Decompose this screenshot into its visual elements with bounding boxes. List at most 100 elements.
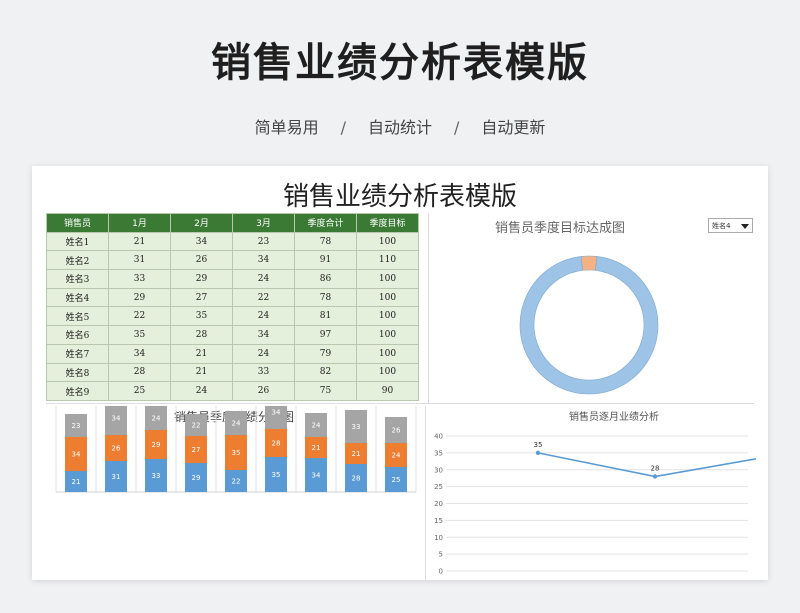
- donut-slices: [519, 255, 659, 395]
- table-cell[interactable]: 35: [170, 306, 233, 327]
- table-cell[interactable]: 100: [356, 325, 419, 345]
- line-chart-title: 销售员逐月业绩分析: [569, 410, 659, 423]
- table-cell[interactable]: 姓名2: [46, 250, 109, 271]
- column-header: 1月: [108, 213, 171, 233]
- table-cell[interactable]: 21: [170, 362, 233, 383]
- table-cell[interactable]: 86: [294, 269, 357, 289]
- bar-data-label: 24: [312, 422, 321, 430]
- line-series: [537, 452, 756, 478]
- table-cell[interactable]: 姓名6: [46, 325, 109, 345]
- table-cell[interactable]: 26: [170, 250, 233, 271]
- table-cell[interactable]: 29: [170, 269, 233, 289]
- sales-table: 销售员 1月 2月 3月 季度合计 季度目标 姓名1 21 34 23 78 100 姓名2 31 26 3…: [46, 213, 419, 401]
- y-tick-label: 25: [434, 483, 443, 491]
- line-point: [535, 450, 541, 456]
- table-cell[interactable]: 78: [294, 287, 357, 308]
- salesperson-select[interactable]: 姓名4: [708, 218, 753, 233]
- donut-slice: [580, 255, 598, 271]
- table-cell[interactable]: 21: [108, 231, 171, 252]
- y-tick-label: 40: [434, 433, 443, 441]
- table-cell[interactable]: 34: [232, 250, 295, 271]
- table-cell[interactable]: 33: [232, 362, 295, 383]
- y-tick-label: 30: [434, 466, 443, 474]
- bar-data-label: 24: [232, 420, 241, 428]
- table-row: 姓名8 28 21 33 82 100: [46, 362, 419, 383]
- line-data-label: 35: [534, 441, 543, 449]
- table-cell[interactable]: 28: [170, 325, 233, 345]
- table-cell[interactable]: 81: [294, 306, 357, 327]
- bar-data-label: 33: [152, 472, 161, 480]
- y-tick-label: 15: [434, 517, 443, 525]
- bar-data-label: 28: [272, 440, 281, 448]
- table-cell[interactable]: 27: [170, 287, 233, 308]
- bar-data-label: 22: [232, 478, 241, 486]
- feature-auto-stat: 自动统计: [367, 118, 432, 137]
- table-cell[interactable]: 姓名8: [46, 362, 109, 383]
- table-cell[interactable]: 23: [232, 231, 295, 252]
- table-row: 姓名1 21 34 23 78 100: [46, 231, 419, 252]
- bar-data-label: 34: [72, 451, 81, 459]
- table-cell[interactable]: 姓名9: [46, 381, 109, 401]
- table-cell[interactable]: 姓名7: [46, 343, 109, 364]
- quarterly-performance-bar-chart: 销售员季度业绩分析图 1月2月3月 2134233126343329242927…: [55, 406, 417, 493]
- table-cell[interactable]: 姓名1: [46, 231, 109, 252]
- table-cell[interactable]: 29: [108, 287, 171, 308]
- table-cell[interactable]: 78: [294, 231, 357, 252]
- bar-data-label: 26: [112, 445, 121, 453]
- table-cell[interactable]: 34: [232, 325, 295, 345]
- table-cell[interactable]: 22: [232, 287, 295, 308]
- column-header: 季度目标: [356, 213, 419, 233]
- table-cell[interactable]: 31: [108, 250, 171, 271]
- table-cell[interactable]: 姓名4: [46, 287, 109, 308]
- table-cell[interactable]: 24: [170, 381, 233, 401]
- table-cell[interactable]: 姓名5: [46, 306, 109, 327]
- table-row: 姓名2 31 26 34 91 110: [46, 250, 419, 271]
- panel-divider: [428, 213, 429, 403]
- line-data-label: 28: [651, 465, 660, 473]
- table-cell[interactable]: 82: [294, 362, 357, 383]
- table-cell[interactable]: 75: [294, 381, 357, 401]
- table-cell[interactable]: 24: [232, 306, 295, 327]
- table-cell[interactable]: 姓名3: [46, 269, 109, 289]
- table-cell[interactable]: 100: [356, 269, 419, 289]
- table-cell[interactable]: 22: [108, 306, 171, 327]
- table-cell[interactable]: 97: [294, 325, 357, 345]
- bar-data-label: 27: [192, 446, 201, 454]
- legend-label: 2月: [233, 406, 244, 407]
- bar-data-label: 29: [152, 441, 161, 449]
- y-tick-label: 20: [434, 500, 443, 508]
- table-cell[interactable]: 100: [356, 231, 419, 252]
- table-cell[interactable]: 21: [170, 343, 233, 364]
- table-row: 姓名6 35 28 34 97 100: [46, 325, 419, 345]
- bar-data-label: 22: [192, 422, 201, 430]
- table-cell[interactable]: 100: [356, 306, 419, 327]
- promo-title: 销售业绩分析表模版: [211, 40, 589, 86]
- table-cell[interactable]: 26: [232, 381, 295, 401]
- table-cell[interactable]: 24: [232, 269, 295, 289]
- table-cell[interactable]: 90: [356, 381, 419, 401]
- table-cell[interactable]: 100: [356, 362, 419, 383]
- table-row: 姓名7 34 21 24 79 100: [46, 343, 419, 364]
- table-cell[interactable]: 79: [294, 343, 357, 364]
- table-cell[interactable]: 110: [356, 250, 419, 271]
- table-cell[interactable]: 25: [108, 381, 171, 401]
- donut-chart-title: 销售员季度目标达成图: [495, 220, 625, 236]
- table-cell[interactable]: 100: [356, 343, 419, 364]
- bar-data-label: 23: [72, 422, 81, 430]
- table-cell[interactable]: 35: [108, 325, 171, 345]
- table-cell[interactable]: 34: [108, 343, 171, 364]
- bar-data-label: 24: [392, 452, 401, 460]
- table-cell[interactable]: 34: [170, 231, 233, 252]
- column-header: 销售员: [46, 213, 109, 233]
- table-row: 姓名3 33 29 24 86 100: [46, 269, 419, 289]
- table-cell[interactable]: 100: [356, 287, 419, 308]
- table-cell[interactable]: 28: [108, 362, 171, 383]
- bar-data-label: 34: [112, 415, 121, 423]
- y-tick-label: 10: [434, 534, 443, 542]
- bar-data-label: 24: [152, 415, 161, 423]
- table-cell[interactable]: 24: [232, 343, 295, 364]
- table-cell[interactable]: 91: [294, 250, 357, 271]
- chevron-down-icon[interactable]: [741, 224, 749, 229]
- bar-data-label: 33: [352, 423, 361, 431]
- table-cell[interactable]: 33: [108, 269, 171, 289]
